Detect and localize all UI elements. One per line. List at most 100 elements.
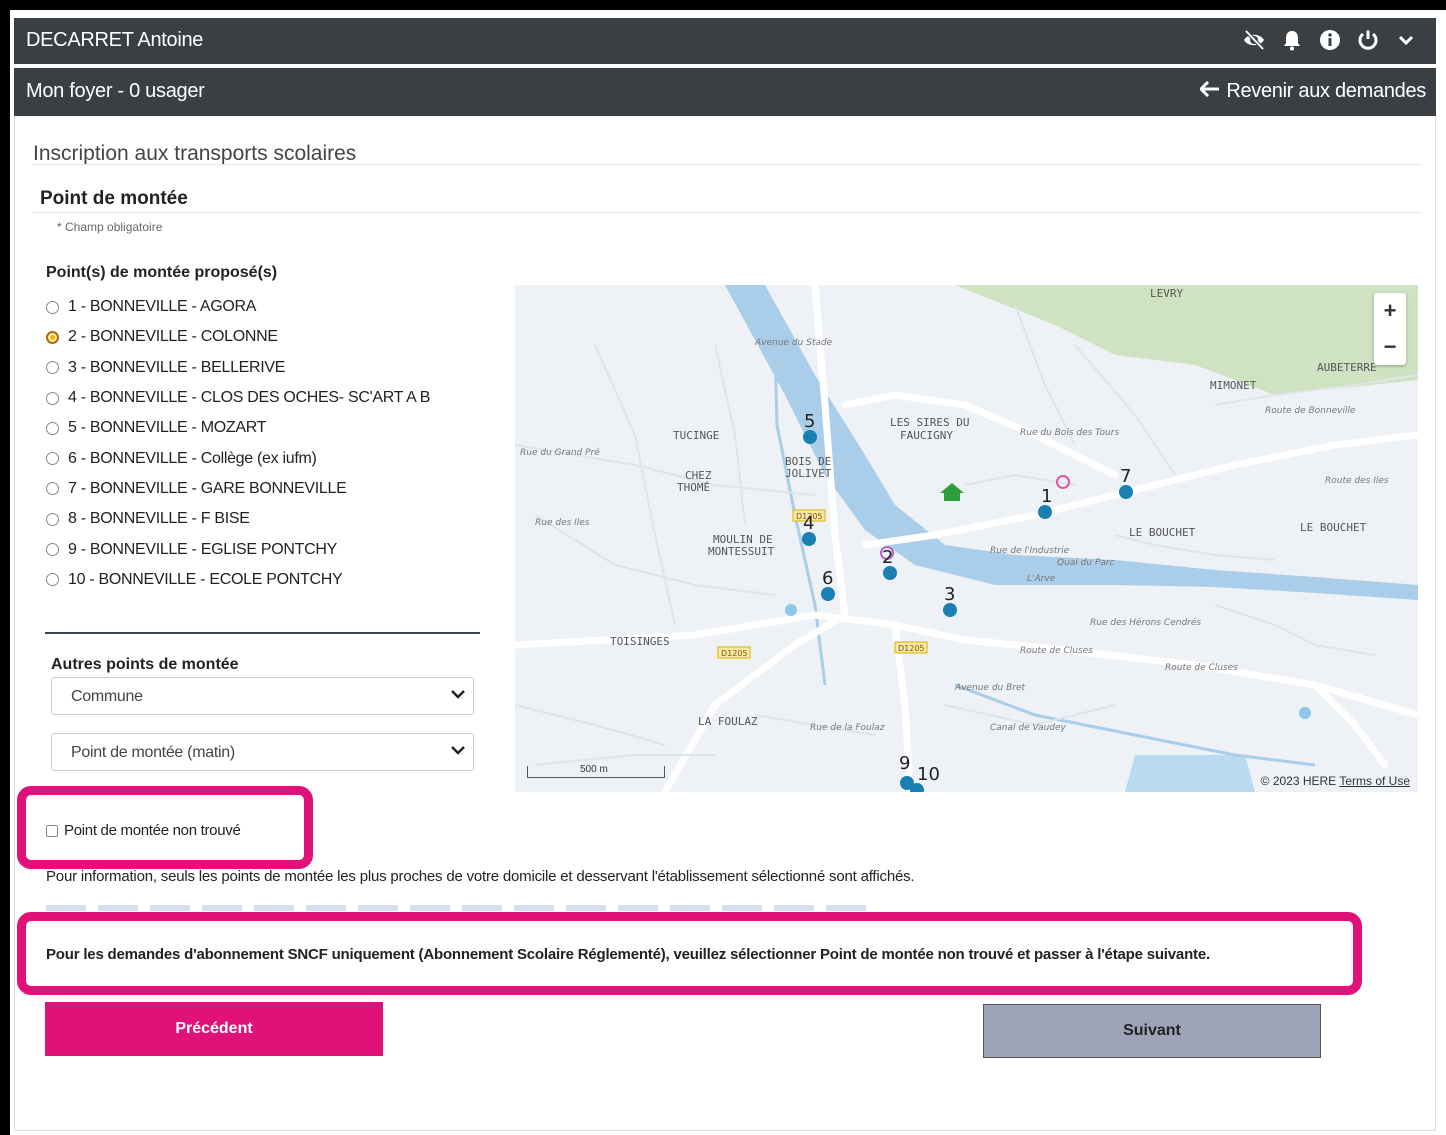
point-label: 3 - BONNEVILLE - BELLERIVE: [68, 358, 286, 376]
not-found-label: Point de montée non trouvé: [64, 822, 241, 839]
point-radio[interactable]: [46, 300, 59, 314]
stop-marker-label: 6: [822, 568, 833, 589]
sncf-text: Pour les demandes d'abonnement SNCF uniq…: [46, 946, 1210, 963]
street-label: Rue des Iles: [535, 518, 590, 528]
points-divider: [45, 632, 480, 634]
point-option[interactable]: 3 - BONNEVILLE - BELLERIVE: [46, 353, 430, 383]
stop-marker-label: 5: [804, 411, 815, 432]
point-option[interactable]: 8 - BONNEVILLE - F BISE: [46, 504, 430, 534]
map[interactable]: LEVRY AUBETERRE MIMONET TUCINGE CHEZ THO…: [515, 285, 1418, 792]
street-label: Route des Iles: [1325, 476, 1389, 486]
bell-icon[interactable]: [1280, 28, 1304, 52]
point-radio[interactable]: [46, 391, 59, 405]
point-option[interactable]: 2 - BONNEVILLE - COLONNE: [46, 322, 430, 352]
poi-pin-icon: [1299, 707, 1311, 719]
street-label: Canal de Vaudey: [990, 723, 1067, 733]
map-canvas[interactable]: LEVRY AUBETERRE MIMONET TUCINGE CHEZ THO…: [515, 285, 1418, 792]
stop-marker-label: 9: [899, 753, 910, 774]
stop-marker-label: 3: [944, 584, 955, 605]
not-found-checkbox-row[interactable]: Point de montée non trouvé: [46, 822, 241, 839]
section-divider: [33, 212, 1421, 213]
required-note: * Champ obligatoire: [57, 220, 163, 234]
stop-marker-label: 4: [803, 513, 814, 534]
point-option[interactable]: 1 - BONNEVILLE - AGORA: [46, 292, 430, 322]
stop-marker[interactable]: [883, 566, 897, 580]
not-found-checkbox[interactable]: [46, 824, 58, 837]
zoom-in-button[interactable]: +: [1374, 293, 1406, 329]
point-radio[interactable]: [46, 330, 59, 344]
point-label: 1 - BONNEVILLE - AGORA: [68, 298, 257, 316]
street-label: Route de Cluses: [1020, 646, 1093, 656]
page-title: Inscription aux transports scolaires: [33, 142, 357, 165]
back-to-requests-link[interactable]: Revenir aux demandes: [1199, 80, 1426, 103]
poi-pin-icon: [785, 604, 797, 616]
map-attribution: © 2023 HERE Terms of Use: [1261, 774, 1410, 788]
point-radio[interactable]: [46, 452, 59, 466]
point-label: 4 - BONNEVILLE - CLOS DES OCHES- SC'ART …: [68, 389, 431, 407]
street-label: Route de Cluses: [1165, 663, 1238, 673]
point-label: 9 - BONNEVILLE - EGLISE PONTCHY: [68, 540, 337, 558]
stop-marker[interactable]: [803, 430, 817, 444]
stop-marker-label: 7: [1120, 466, 1131, 487]
point-label: 8 - BONNEVILLE - F BISE: [68, 510, 250, 528]
point-radio[interactable]: [46, 512, 59, 526]
place-label: THOMÉ: [677, 481, 710, 494]
top-bar: DECARRET Antoine: [14, 18, 1436, 64]
eye-slash-icon[interactable]: [1242, 28, 1266, 52]
stop-marker[interactable]: [943, 603, 957, 617]
place-label: MIMONET: [1210, 379, 1257, 392]
point-radio[interactable]: [46, 361, 59, 375]
point-option[interactable]: 7 - BONNEVILLE - GARE BONNEVILLE: [46, 474, 430, 504]
point-option[interactable]: 5 - BONNEVILLE - MOZART: [46, 413, 430, 443]
stop-marker-label: 2: [882, 547, 893, 568]
section-title: Point de montée: [40, 188, 188, 209]
stop-marker[interactable]: [821, 587, 835, 601]
street-label: Rue du Bois des Tours: [1020, 428, 1119, 438]
street-label: Quai du Parc: [1057, 558, 1115, 568]
point-option[interactable]: 4 - BONNEVILLE - CLOS DES OCHES- SC'ART …: [46, 383, 430, 413]
place-label: TOISINGES: [610, 635, 670, 648]
point-matin-select[interactable]: Point de montée (matin): [51, 733, 474, 771]
point-radio[interactable]: [46, 543, 59, 557]
terms-of-use-link[interactable]: Terms of Use: [1339, 774, 1410, 788]
title-divider: [33, 164, 1421, 165]
point-radio[interactable]: [46, 421, 59, 435]
point-option[interactable]: 10 - BONNEVILLE - ECOLE PONTCHY: [46, 565, 430, 595]
stop-marker[interactable]: [1119, 485, 1133, 499]
home-icon: [940, 483, 964, 501]
point-radio[interactable]: [46, 482, 59, 496]
point-option[interactable]: 6 - BONNEVILLE - Collège (ex iufm): [46, 443, 430, 473]
chevron-down-icon: [451, 687, 465, 706]
street-label: Rue des Hérons Cendrés: [1090, 617, 1201, 628]
stop-marker[interactable]: [802, 532, 816, 546]
points-radio-list: 1 - BONNEVILLE - AGORA 2 - BONNEVILLE - C…: [46, 292, 430, 595]
next-button[interactable]: Suivant: [983, 1004, 1321, 1058]
info-text: Pour information, seuls les points de mo…: [46, 868, 915, 885]
map-scale: 500 m: [527, 764, 665, 778]
place-label: AUBETERRE: [1317, 361, 1377, 374]
faded-text-line: [46, 905, 876, 911]
info-icon[interactable]: [1318, 28, 1342, 52]
street-label: Rue du Grand Pré: [520, 447, 600, 458]
place-label: LE BOUCHET: [1300, 521, 1367, 534]
place-label: JOLIVET: [785, 467, 832, 480]
point-matin-select-value: Point de montée (matin): [71, 744, 235, 761]
point-option[interactable]: 9 - BONNEVILLE - EGLISE PONTCHY: [46, 534, 430, 564]
street-label: Rue de la Foulaz: [810, 723, 885, 733]
previous-button[interactable]: Précédent: [45, 1002, 383, 1056]
user-name: DECARRET Antoine: [26, 29, 204, 51]
zoom-out-button[interactable]: −: [1374, 329, 1406, 365]
point-label: 10 - BONNEVILLE - ECOLE PONTCHY: [68, 570, 343, 588]
commune-select[interactable]: Commune: [51, 677, 474, 715]
commune-select-value: Commune: [71, 688, 143, 705]
point-radio[interactable]: [46, 573, 59, 587]
chevron-down-icon: [451, 743, 465, 762]
power-icon[interactable]: [1356, 28, 1380, 52]
chevron-down-icon[interactable]: [1394, 28, 1418, 52]
others-label: Autres points de montée: [51, 656, 239, 673]
foyer-title: Mon foyer - 0 usager: [26, 80, 205, 102]
forest-area: [955, 285, 1418, 395]
point-label: 6 - BONNEVILLE - Collège (ex iufm): [68, 449, 317, 467]
stop-marker[interactable]: [1038, 505, 1052, 519]
place-label: LA FOULAZ: [698, 715, 758, 728]
